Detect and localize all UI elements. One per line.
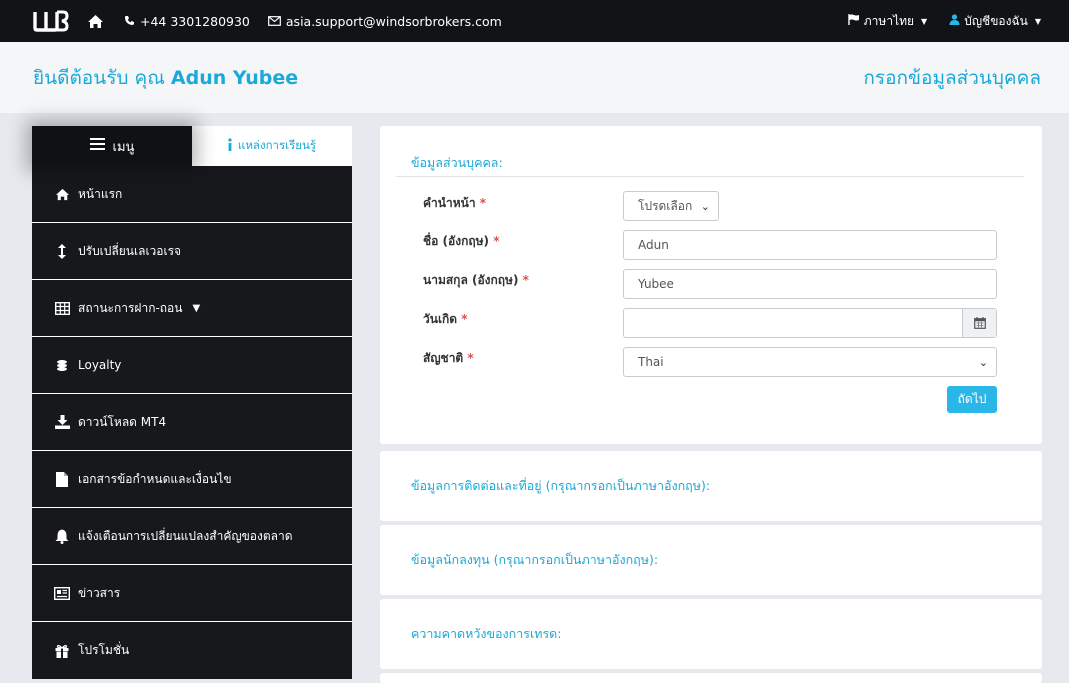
nationality-select[interactable]: Thai ⌄	[623, 347, 997, 377]
last-name-label-text: นามสกุล (อังกฤษ)	[423, 273, 519, 287]
chevron-down-icon: ⌄	[978, 355, 988, 369]
info-icon	[228, 138, 232, 154]
last-name-input[interactable]: Yubee	[623, 269, 997, 299]
personal-info-heading: ข้อมูลส่วนบุคคล:	[411, 155, 503, 170]
bell-icon	[54, 529, 70, 544]
gift-icon	[54, 644, 70, 658]
tab-menu[interactable]: เมนู	[32, 126, 192, 166]
page-header: ยินดีต้อนรับ คุณ Adun Yubee กรอกข้อมูลส่…	[0, 42, 1069, 113]
home-icon[interactable]	[87, 14, 104, 29]
first-name-value: Adun	[638, 238, 669, 252]
sidebar-item-leverage[interactable]: ปรับเปลี่ยนเลเวอเรจ	[32, 223, 352, 280]
sidebar-item-terms[interactable]: เอกสารข้อกำหนดและเงื่อนไข	[32, 451, 352, 508]
sidebar-item-market-alerts[interactable]: แจ้งเตือนการเปลี่ยนแปลงสำคัญของตลาด	[32, 508, 352, 565]
nationality-label-text: สัญชาติ	[423, 351, 464, 365]
envelope-icon	[267, 14, 281, 29]
sidebar-item-label: สถานะการฝาก-ถอน	[78, 300, 183, 315]
title-label-text: คำนำหน้า	[423, 196, 476, 210]
title-select-value: โปรดเลือก	[638, 198, 693, 213]
next-button[interactable]: ถัดไป	[947, 386, 997, 413]
first-name-label-text: ชื่อ (อังกฤษ)	[423, 234, 490, 248]
sidebar-item-deposit-withdraw[interactable]: สถานะการฝาก-ถอน ▼	[32, 280, 352, 337]
account-label: บัญชีของฉัน	[964, 13, 1028, 28]
sidebar-item-label: ข่าวสาร	[78, 585, 121, 600]
user-icon	[949, 14, 960, 28]
email-contact[interactable]: asia.support@windsorbrokers.com	[267, 13, 502, 29]
tab-menu-label: เมนู	[112, 139, 135, 155]
coins-icon	[54, 359, 70, 371]
dob-label-text: วันเกิด	[423, 312, 458, 326]
first-name-label: ชื่อ (อังกฤษ) *	[423, 232, 499, 251]
caret-down-icon: ▼	[921, 16, 928, 26]
section-divider	[396, 176, 1024, 177]
required-mark: *	[493, 234, 500, 248]
sidebar-item-label: หน้าแรก	[78, 186, 123, 201]
tab-learning-label: แหล่งการเรียนรู้	[237, 138, 317, 152]
phone-number: +44 3301280930	[140, 13, 250, 29]
personal-info-card: ข้อมูลส่วนบุคคล: คำนำหน้า * โปรดเลือก ⌄ …	[380, 126, 1042, 444]
required-mark: *	[522, 273, 529, 287]
language-label: ภาษาไทย	[863, 13, 915, 28]
welcome-message: ยินดีต้อนรับ คุณ Adun Yubee	[33, 63, 298, 93]
newspaper-icon	[54, 586, 70, 600]
page-title: กรอกข้อมูลส่วนบุคคล	[863, 66, 1041, 89]
nationality-label: สัญชาติ *	[423, 349, 474, 368]
sidebar-item-promotions[interactable]: โปรโมชั่น	[32, 622, 352, 679]
dob-input[interactable]	[623, 308, 997, 338]
sidebar-menu: หน้าแรก ปรับเปลี่ยนเลเวอเรจ สถานะการฝาก-…	[32, 166, 352, 679]
required-mark: *	[467, 351, 474, 365]
sidebar-item-label: โปรโมชั่น	[78, 643, 130, 657]
required-mark: *	[461, 312, 468, 326]
welcome-prefix: ยินดีต้อนรับ คุณ	[33, 66, 165, 89]
user-name: Adun Yubee	[170, 66, 299, 89]
section-heading: ความคาดหวังของการเทรด:	[411, 626, 562, 641]
download-icon	[54, 415, 70, 429]
caret-down-icon: ▼	[1034, 16, 1041, 26]
table-icon	[54, 301, 70, 315]
phone-icon	[124, 14, 135, 29]
calendar-icon[interactable]	[962, 309, 996, 337]
email-address: asia.support@windsorbrokers.com	[285, 13, 502, 29]
account-dropdown[interactable]: บัญชีของฉัน ▼	[949, 12, 1041, 31]
sidebar-item-label: ดาวน์โหลด MT4	[78, 414, 167, 429]
phone-contact[interactable]: +44 3301280930	[124, 14, 250, 29]
last-name-value: Yubee	[638, 277, 674, 291]
investor-info-section[interactable]: ข้อมูลนักลงทุน (กรุณากรอกเป็นภาษาอังกฤษ)…	[380, 525, 1042, 595]
sidebar-item-home[interactable]: หน้าแรก	[32, 166, 352, 223]
sidebar-item-loyalty[interactable]: Loyalty	[32, 337, 352, 394]
trading-expectations-section[interactable]: ความคาดหวังของการเทรด:	[380, 599, 1042, 669]
contact-address-section[interactable]: ข้อมูลการติดต่อและที่อยู่ (กรุณากรอกเป็น…	[380, 451, 1042, 521]
section-heading: ข้อมูลการติดต่อและที่อยู่ (กรุณากรอกเป็น…	[411, 478, 711, 493]
dob-label: วันเกิด *	[423, 310, 468, 329]
first-name-input[interactable]: Adun	[623, 230, 997, 260]
title-label: คำนำหน้า *	[423, 194, 486, 213]
hamburger-icon	[89, 138, 105, 154]
tab-learning-resources[interactable]: แหล่งการเรียนรู้	[192, 126, 352, 166]
brand-logo[interactable]	[33, 8, 71, 34]
next-section-card	[380, 673, 1042, 683]
sidebar-item-label: แจ้งเตือนการเปลี่ยนแปลงสำคัญของตลาด	[78, 528, 293, 543]
file-icon	[54, 471, 70, 487]
language-dropdown[interactable]: ภาษาไทย ▼	[848, 12, 927, 31]
chevron-down-icon: ⌄	[700, 199, 710, 213]
nationality-value: Thai	[638, 355, 664, 369]
section-heading: ข้อมูลนักลงทุน (กรุณากรอกเป็นภาษาอังกฤษ)…	[411, 552, 659, 567]
sidebar-item-label: เอกสารข้อกำหนดและเงื่อนไข	[78, 471, 232, 486]
vertical-arrows-icon	[54, 243, 70, 259]
sidebar-item-download-mt4[interactable]: ดาวน์โหลด MT4	[32, 394, 352, 451]
sidebar-item-label: Loyalty	[78, 358, 122, 372]
caret-down-icon: ▼	[192, 302, 201, 314]
top-navbar: +44 3301280930 asia.support@windsorbroke…	[0, 0, 1069, 42]
title-select[interactable]: โปรดเลือก ⌄	[623, 191, 719, 221]
sidebar: เมนู แหล่งการเรียนรู้ หน้าแรก ปรับเปลี่ย…	[32, 126, 352, 679]
flag-icon	[848, 14, 860, 28]
last-name-label: นามสกุล (อังกฤษ) *	[423, 271, 529, 290]
sidebar-item-label: ปรับเปลี่ยนเลเวอเรจ	[78, 243, 182, 258]
sidebar-item-news[interactable]: ข่าวสาร	[32, 565, 352, 622]
home-icon	[54, 188, 70, 201]
required-mark: *	[479, 196, 487, 210]
